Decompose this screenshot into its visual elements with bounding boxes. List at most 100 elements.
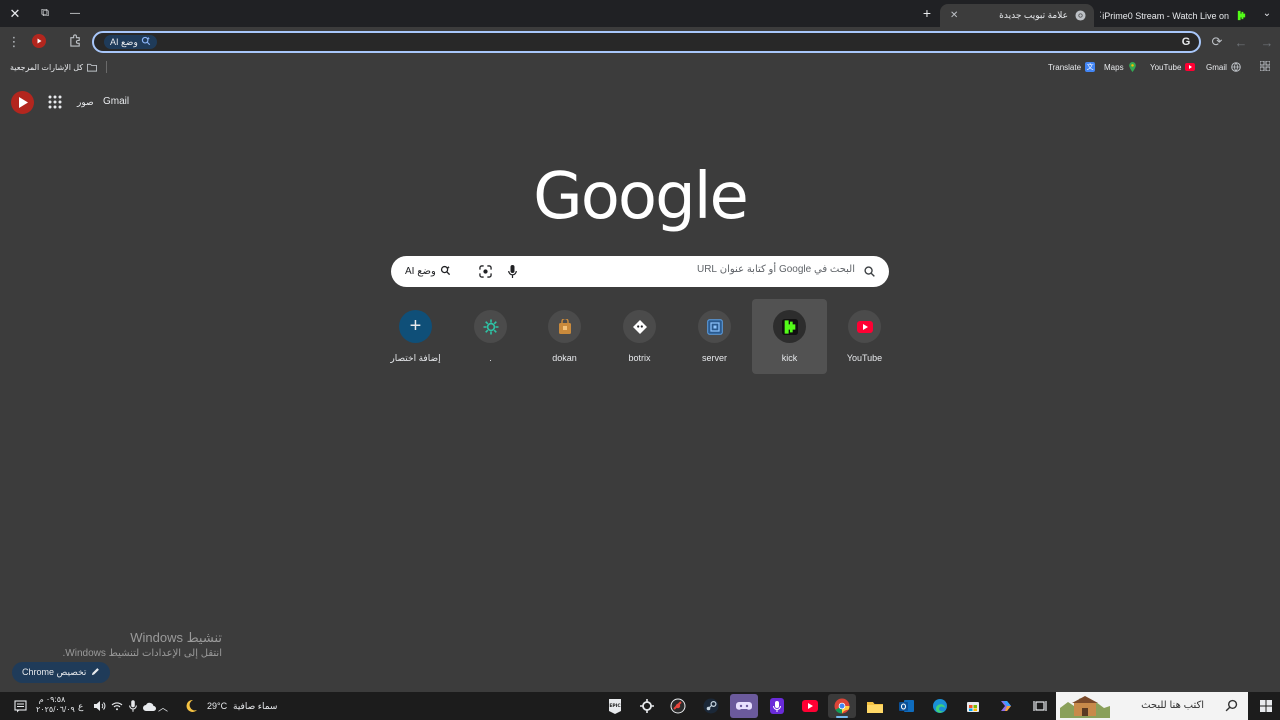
google-lens-button[interactable] <box>477 263 493 279</box>
shortcut-kick[interactable]: kick <box>752 299 827 374</box>
gmail-link[interactable]: Gmail <box>103 96 129 107</box>
taskbar-edge[interactable] <box>926 694 954 718</box>
restore-window-button[interactable]: ⧉ <box>30 0 60 27</box>
tab-title: iPrime0 Stream - Watch Live on <box>1102 10 1229 21</box>
tab-search-button[interactable]: ⌄ <box>1257 4 1277 22</box>
close-icon: ✕ <box>9 5 21 21</box>
shortcut-label: إضافة اختصار <box>390 353 441 363</box>
bookmark-gmail[interactable]: Gmail <box>1206 60 1241 74</box>
youtube-extension-button[interactable] <box>29 32 49 52</box>
reload-button[interactable]: ⟳ <box>1207 32 1227 52</box>
close-window-button[interactable]: ✕ <box>0 0 30 27</box>
youtube-icon <box>802 700 818 712</box>
activation-subtitle: انتقل إلى الإعدادات لتنشيط Windows. <box>62 648 222 659</box>
shortcut-dot[interactable]: . <box>453 299 528 374</box>
taskbar-steelseries[interactable] <box>633 694 661 718</box>
edge-icon <box>933 699 947 713</box>
volume-tray[interactable] <box>91 694 109 718</box>
taskbar-file-explorer[interactable] <box>861 694 889 718</box>
bookmark-translate[interactable]: Translate 文 <box>1048 60 1096 74</box>
windows-icon <box>1260 700 1272 712</box>
input-language[interactable]: ع <box>78 701 83 712</box>
pencil-icon <box>91 667 100 678</box>
profile-avatar[interactable] <box>11 91 34 114</box>
close-tab-icon[interactable]: ✕ <box>1100 10 1102 21</box>
tab-strip: ✕ ⧉ — + علامة تبويب جديدة ✕ iPrime0 Stre… <box>0 0 1280 27</box>
customize-chrome-button[interactable]: تخصيص Chrome <box>12 662 111 683</box>
search-box[interactable]: وضع AI البحث في Google أو كتابة عنوان UR… <box>391 256 889 287</box>
windows-activation-watermark: تنشيط Windows انتقل إلى الإعدادات لتنشيط… <box>63 630 222 659</box>
record-icon <box>670 698 686 714</box>
weather-widget[interactable] <box>178 694 204 718</box>
youtube-extension-icon <box>32 33 46 51</box>
taskbar-app-mic[interactable] <box>763 694 791 718</box>
taskbar-outlook[interactable] <box>893 694 921 718</box>
maps-icon <box>1128 62 1138 72</box>
apps-grid-icon <box>1259 60 1271 73</box>
shortcut-server[interactable]: server <box>677 299 752 374</box>
apps-grid-button[interactable] <box>1259 60 1271 74</box>
taskbar-steam[interactable] <box>697 694 725 718</box>
onedrive-tray[interactable] <box>140 694 158 718</box>
shortcut-add[interactable]: + إضافة اختصار <box>378 299 453 374</box>
microphone-icon <box>129 700 137 712</box>
search-icon <box>1225 699 1238 712</box>
taskbar-epic-games[interactable]: EPIC <box>601 694 629 718</box>
taskbar-store[interactable] <box>959 694 987 718</box>
taskbar-copilot[interactable] <box>992 694 1020 718</box>
menu-button[interactable]: ⋮ <box>4 32 24 52</box>
outlook-icon <box>899 700 914 712</box>
server-icon <box>698 310 731 343</box>
network-tray[interactable] <box>108 694 126 718</box>
back-button[interactable]: → <box>1257 32 1277 52</box>
images-link[interactable]: صور <box>77 97 94 108</box>
close-tab-icon[interactable]: ✕ <box>948 10 958 21</box>
notification-center-button[interactable] <box>8 694 32 718</box>
google-apps-button[interactable] <box>48 95 62 109</box>
voice-search-button[interactable] <box>505 263 519 279</box>
kick-icon <box>1235 10 1247 22</box>
taskbar-youtube[interactable] <box>796 694 824 718</box>
copilot-icon <box>1001 701 1011 711</box>
taskbar: اكتب هنا للبحث EPIC 29°C سماء صافية ︿ ع … <box>0 692 1280 720</box>
ntp-header: صور Gmail <box>0 90 1280 114</box>
shortcut-youtube[interactable]: YouTube <box>827 299 902 374</box>
weather-description: سماء صافية <box>233 701 278 711</box>
youtube-icon <box>1185 62 1196 72</box>
puzzle-icon <box>69 34 82 50</box>
taskbar-app-red[interactable] <box>664 694 692 718</box>
tab-new-tab[interactable]: علامة تبويب جديدة ✕ <box>940 4 1094 27</box>
microphone-tray[interactable] <box>124 694 142 718</box>
start-button[interactable] <box>1252 694 1280 718</box>
clock[interactable]: ٠٩:٥٨ م ٢٠٢٥/٠٦/٠٩ <box>36 695 75 714</box>
extensions-button[interactable] <box>65 32 85 52</box>
store-icon <box>967 702 979 712</box>
tab-kick-stream[interactable]: iPrime0 Stream - Watch Live on ✕ <box>1100 4 1255 27</box>
bookmark-youtube[interactable]: YouTube <box>1150 60 1196 74</box>
reload-icon: ⟳ <box>1211 34 1223 49</box>
minimize-icon: — <box>70 8 80 19</box>
task-view-button[interactable] <box>1026 694 1054 718</box>
address-bar[interactable]: وضع AI G <box>92 31 1201 53</box>
shortcut-botrix[interactable]: botrix <box>602 299 677 374</box>
new-tab-button[interactable]: + <box>918 4 936 22</box>
camera-lens-icon <box>478 264 492 278</box>
all-bookmarks-button[interactable]: كل الإشارات المرجعية <box>10 60 98 74</box>
cloud-icon <box>142 702 156 711</box>
bookmark-label: Maps <box>1104 62 1124 72</box>
ai-mode-chip[interactable]: وضع AI <box>104 35 157 49</box>
tab-title: علامة تبويب جديدة <box>999 10 1068 20</box>
minimize-window-button[interactable]: — <box>60 0 90 27</box>
bookmarks-bar: Translate 文 Maps YouTube Gmail كل الإشار… <box>0 57 1280 77</box>
moon-icon <box>186 699 197 712</box>
shortcut-dokan[interactable]: dokan <box>527 299 602 374</box>
taskbar-chrome[interactable] <box>828 694 856 718</box>
dokan-icon <box>548 310 581 343</box>
forward-button[interactable]: ← <box>1231 32 1251 52</box>
podcast-icon <box>770 698 784 714</box>
ai-mode-button[interactable]: وضع AI <box>399 262 457 281</box>
taskbar-search[interactable]: اكتب هنا للبحث <box>1056 692 1248 720</box>
bookmark-maps[interactable]: Maps <box>1104 60 1138 74</box>
taskbar-app-purple[interactable] <box>730 694 758 718</box>
customize-label: تخصيص Chrome <box>22 667 87 677</box>
